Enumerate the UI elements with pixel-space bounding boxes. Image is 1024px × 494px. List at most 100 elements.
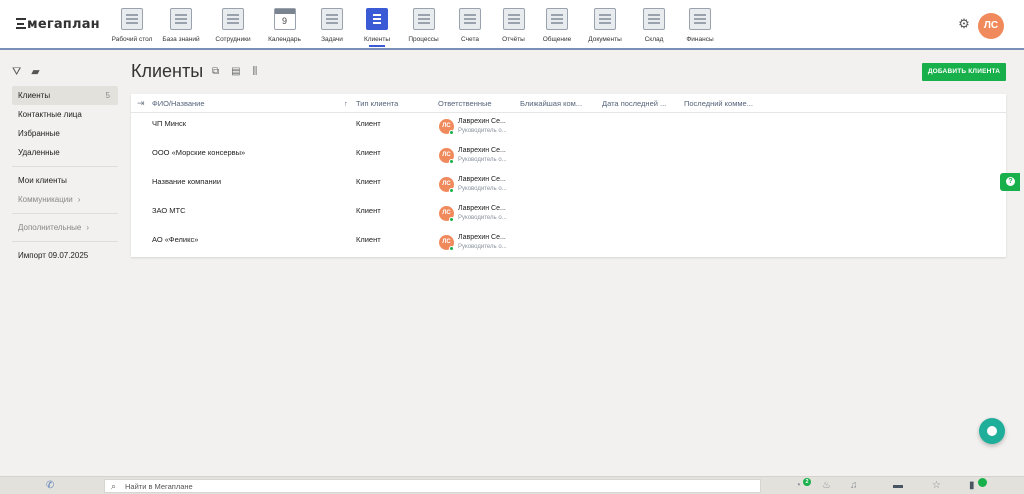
responsible-name: Лаврехин Се...: [458, 234, 506, 241]
sort-up-icon[interactable]: ↑: [344, 99, 348, 108]
column-header-responsible[interactable]: Ответственные: [438, 99, 492, 108]
client-name[interactable]: АО «Феликс»: [152, 235, 198, 244]
table-row[interactable]: АО «Феликс» Клиент ЛС Лаврехин Се... Рук…: [131, 229, 1006, 258]
sidebar-tools: ⛛ ▰: [12, 66, 40, 78]
help-tab[interactable]: [1000, 173, 1020, 191]
table-row[interactable]: ООО «Морские консервы» Клиент ЛС Лаврехи…: [131, 142, 1006, 171]
nav-calendar[interactable]: 9 Календарь: [260, 0, 309, 48]
timer-icon[interactable]: ◔: [795, 479, 801, 492]
client-type: Клиент: [356, 177, 381, 186]
search-input[interactable]: [125, 480, 725, 492]
add-client-button[interactable]: ДОБАВИТЬ КЛИЕНТА: [922, 63, 1006, 81]
table-row[interactable]: ЧП Минск Клиент ЛС Лаврехин Се... Руково…: [131, 113, 1006, 142]
bell-icon[interactable]: ♫: [850, 479, 858, 492]
nav-chat[interactable]: Общение: [535, 0, 579, 48]
nav-tasks[interactable]: Задачи: [309, 0, 355, 48]
clients-table: ⇥ ФИО/Название ↑ Тип клиента Ответственн…: [131, 94, 1006, 257]
chat-widget-button[interactable]: [979, 418, 1005, 444]
client-type: Клиент: [356, 148, 381, 157]
bottom-bar: ✆ ⌕ ◔ 2 ♨ ♫ ▬ ☆ ▮: [0, 476, 1024, 494]
table-header: ⇥ ФИО/Название ↑ Тип клиента Ответственн…: [131, 94, 1006, 113]
tasks-icon: [321, 8, 343, 30]
nav-reports[interactable]: Отчёты: [492, 0, 535, 48]
page-title: Клиенты: [131, 61, 204, 81]
sidebar-item-additional[interactable]: Дополнительные ›: [12, 218, 118, 237]
client-type: Клиент: [356, 206, 381, 215]
responsible-cell[interactable]: ЛС Лаврехин Се... Руководитель о...: [439, 118, 529, 138]
desktop-icon: [121, 8, 143, 30]
nav-desktop[interactable]: Рабочий стол: [108, 0, 156, 48]
client-name[interactable]: Название компании: [152, 177, 221, 186]
nav-employees[interactable]: Сотрудники: [206, 0, 260, 48]
column-toggle-icon[interactable]: ⇥: [137, 98, 145, 109]
sidebar-item-clients[interactable]: Клиенты 5: [12, 86, 118, 105]
client-type: Клиент: [356, 119, 381, 128]
app-logo[interactable]: мегаплан: [16, 17, 100, 32]
client-name[interactable]: ООО «Морские консервы»: [152, 148, 245, 157]
table-row[interactable]: Название компании Клиент ЛС Лаврехин Се.…: [131, 171, 1006, 200]
reports-icon: [502, 8, 525, 30]
nav-invoices[interactable]: Счета: [448, 0, 492, 48]
nav-finance[interactable]: Финансы: [677, 0, 723, 48]
column-settings-icon[interactable]: ⫼: [253, 66, 258, 78]
nav-clients[interactable]: Клиенты: [355, 0, 399, 48]
responsible-name: Лаврехин Се...: [458, 118, 506, 125]
nav-processes[interactable]: Процессы: [399, 0, 448, 48]
phone-icon[interactable]: ✆: [46, 480, 54, 492]
star-icon[interactable]: ☆: [932, 479, 941, 492]
status-badge: [978, 478, 987, 487]
sidebar-item-communications[interactable]: Коммуникации ›: [12, 190, 118, 209]
global-search[interactable]: ⌕: [104, 479, 761, 493]
sidebar-item-deleted[interactable]: Удаленные: [12, 143, 118, 162]
column-header-name[interactable]: ФИО/Название: [152, 99, 205, 108]
chevron-right-icon: ›: [86, 223, 89, 232]
responsible-role: Руководитель о...: [458, 157, 507, 163]
title-tools: ⧉ ▤ ⫼: [212, 66, 257, 78]
nav-documents[interactable]: Документы: [579, 0, 631, 48]
responsible-name: Лаврехин Се...: [458, 205, 506, 212]
online-status-icon: [449, 130, 454, 135]
clients-icon: [366, 8, 388, 30]
sidebar-item-favorites[interactable]: Избранные: [12, 124, 118, 143]
excel-export-icon[interactable]: ▤: [231, 66, 240, 78]
column-header-type[interactable]: Тип клиента: [356, 99, 398, 108]
user-avatar[interactable]: ЛС: [978, 13, 1004, 39]
sidebar-divider: [12, 241, 118, 242]
responsible-cell[interactable]: ЛС Лаврехин Се... Руководитель о...: [439, 205, 529, 225]
nav-knowledge-base[interactable]: База знаний: [156, 0, 206, 48]
sidebar-item-contacts[interactable]: Контактные лица: [12, 105, 118, 124]
responsible-name: Лаврехин Се...: [458, 176, 506, 183]
client-type: Клиент: [356, 235, 381, 244]
responsible-cell[interactable]: ЛС Лаврехин Се... Руководитель о...: [439, 176, 529, 196]
responsible-role: Руководитель о...: [458, 128, 507, 134]
responsible-cell[interactable]: ЛС Лаврехин Се... Руководитель о...: [439, 147, 529, 167]
column-header-last-comment[interactable]: Последний комме...: [684, 99, 753, 108]
sidebar: ⛛ ▰ Клиенты 5 Контактные лица Избранные У…: [0, 52, 128, 476]
filter-icon[interactable]: ⛛: [12, 66, 21, 78]
contacts-icon[interactable]: ▮: [969, 479, 975, 492]
sidebar-item-import[interactable]: Импорт 09.07.2025: [12, 246, 118, 265]
responsible-role: Руководитель о...: [458, 244, 507, 250]
sidebar-item-my-clients[interactable]: Мои клиенты: [12, 171, 118, 190]
client-name[interactable]: ЗАО МТС: [152, 206, 186, 215]
responsible-cell[interactable]: ЛС Лаврехин Се... Руководитель о...: [439, 234, 529, 254]
main-nav: Рабочий стол База знаний Сотрудники 9 Кал…: [108, 0, 723, 48]
messages-icon[interactable]: ▬: [893, 479, 903, 492]
employees-icon: [222, 8, 244, 30]
responsible-name: Лаврехин Се...: [458, 147, 506, 154]
search-icon: ⌕: [111, 481, 117, 491]
table-row[interactable]: ЗАО МТС Клиент ЛС Лаврехин Се... Руковод…: [131, 200, 1006, 229]
documents-icon: [594, 8, 616, 30]
finance-icon: [689, 8, 711, 30]
column-header-last-date[interactable]: Дата последней ...: [602, 99, 666, 108]
column-header-next-communication[interactable]: Ближайшая ком...: [520, 99, 582, 108]
client-name[interactable]: ЧП Минск: [152, 119, 186, 128]
copy-icon[interactable]: ⧉: [212, 66, 219, 78]
responsible-role: Руководитель о...: [458, 186, 507, 192]
add-folder-icon[interactable]: ▰: [31, 66, 39, 78]
gear-icon[interactable]: ⚙: [957, 17, 971, 31]
sidebar-divider: [12, 213, 118, 214]
fire-icon[interactable]: ♨: [822, 479, 831, 492]
nav-warehouse[interactable]: Склад: [631, 0, 677, 48]
warehouse-icon: [643, 8, 665, 30]
